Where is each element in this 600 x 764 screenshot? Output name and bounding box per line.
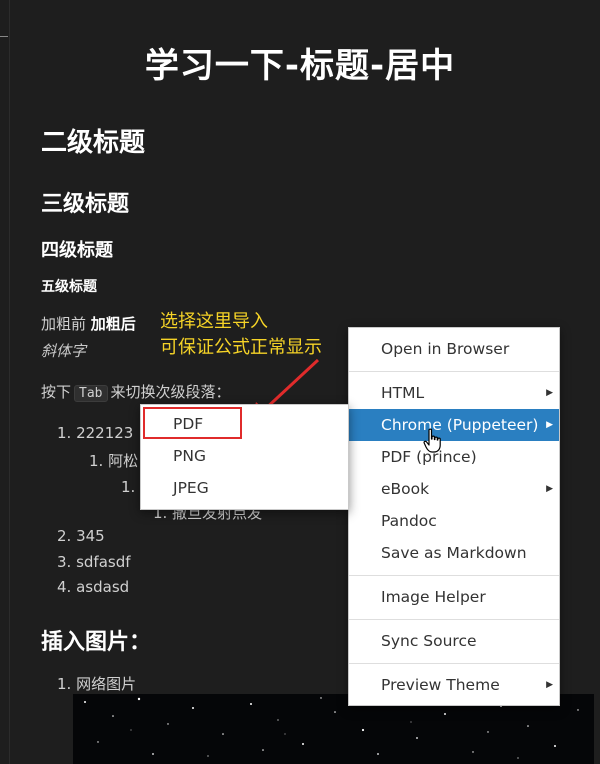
list-num: 1. bbox=[89, 452, 104, 470]
bold-after-text: 加粗后 bbox=[90, 315, 136, 333]
list-item: 1. 222123 bbox=[57, 424, 133, 442]
list-item: 3. sdfasdf bbox=[57, 553, 131, 571]
menu-item-pandoc[interactable]: Pandoc bbox=[349, 505, 559, 537]
menu-item-ebook-label: eBook bbox=[381, 480, 430, 498]
hand-cursor-icon bbox=[423, 428, 441, 453]
list-text: 阿松 bbox=[108, 452, 139, 470]
list-text: asdasd bbox=[76, 578, 130, 596]
list-item: 2. 345 bbox=[57, 527, 105, 545]
heading-3: 三级标题 bbox=[41, 192, 130, 217]
chevron-right-icon: ▶ bbox=[546, 420, 553, 430]
chevron-right-icon: ▶ bbox=[546, 388, 553, 398]
submenu-item-png[interactable]: PNG bbox=[141, 440, 348, 472]
menu-item-preview-theme[interactable]: Preview Theme ▶ bbox=[349, 669, 559, 701]
gutter-mark bbox=[0, 36, 8, 37]
list-num: 3. bbox=[57, 553, 72, 571]
bold-paragraph: 加粗前 加粗后 bbox=[41, 313, 136, 334]
pdf-highlight-box bbox=[143, 407, 242, 439]
tab-key: Tab bbox=[74, 385, 108, 402]
menu-item-chrome-puppeteer[interactable]: Chrome (Puppeteer) ▶ bbox=[349, 409, 559, 441]
list-text: 345 bbox=[76, 527, 105, 545]
menu-item-save-as-markdown[interactable]: Save as Markdown bbox=[349, 537, 559, 569]
list-num: 1. bbox=[121, 478, 136, 496]
menu-separator bbox=[349, 619, 559, 620]
list-num: 2. bbox=[57, 527, 72, 545]
list-item: 4. asdasd bbox=[57, 578, 129, 596]
heading-4: 四级标题 bbox=[41, 240, 113, 261]
heading-2: 二级标题 bbox=[41, 128, 146, 158]
tab-suffix: 来切换次级段落： bbox=[110, 383, 231, 401]
list-item: 1. 网络图片 bbox=[57, 673, 136, 694]
menu-item-html[interactable]: HTML ▶ bbox=[349, 377, 559, 409]
chevron-right-icon: ▶ bbox=[546, 484, 553, 494]
tab-prefix: 按下 bbox=[41, 383, 72, 401]
menu-separator bbox=[349, 371, 559, 372]
gutter-line bbox=[9, 0, 10, 764]
list-text: 222123 bbox=[76, 424, 134, 442]
menu-item-open-in-browser[interactable]: Open in Browser bbox=[349, 333, 559, 365]
menu-item-pdf-prince[interactable]: PDF (prince) bbox=[349, 441, 559, 473]
list-num: 4. bbox=[57, 578, 72, 596]
annotation-line-1: 选择这里导入 bbox=[160, 311, 268, 332]
bold-before-text: 加粗前 bbox=[41, 315, 87, 333]
heading-insert-images: 插入图片： bbox=[41, 630, 152, 655]
submenu-item-jpeg[interactable]: JPEG bbox=[141, 472, 348, 504]
list-text: 网络图片 bbox=[76, 675, 137, 693]
menu-separator bbox=[349, 663, 559, 664]
chevron-right-icon: ▶ bbox=[546, 680, 553, 690]
annotation-note: 选择这里导入 可保证公式正常显示 bbox=[160, 309, 322, 361]
context-menu: Open in Browser HTML ▶ Chrome (Puppeteer)… bbox=[348, 327, 560, 706]
list-num: 1. bbox=[57, 675, 72, 693]
menu-item-ebook[interactable]: eBook ▶ bbox=[349, 473, 559, 505]
menu-item-chrome-label: Chrome (Puppeteer) bbox=[381, 416, 539, 434]
italic-text: 斜体字 bbox=[41, 342, 87, 360]
heading-5: 五级标题 bbox=[41, 279, 97, 295]
menu-item-html-label: HTML bbox=[381, 384, 425, 402]
menu-separator bbox=[349, 575, 559, 576]
heading-1: 学习一下-标题-居中 bbox=[144, 46, 456, 86]
menu-item-image-helper[interactable]: Image Helper bbox=[349, 581, 559, 613]
menu-item-preview-theme-label: Preview Theme bbox=[381, 676, 500, 694]
menu-item-sync-source[interactable]: Sync Source bbox=[349, 625, 559, 657]
list-text: sdfasdf bbox=[76, 553, 131, 571]
tab-paragraph: 按下 Tab 来切换次级段落： bbox=[41, 381, 231, 402]
list-num: 1. bbox=[57, 424, 72, 442]
list-item: 1. 阿松 bbox=[89, 450, 138, 471]
annotation-line-2: 可保证公式正常显示 bbox=[160, 337, 322, 358]
